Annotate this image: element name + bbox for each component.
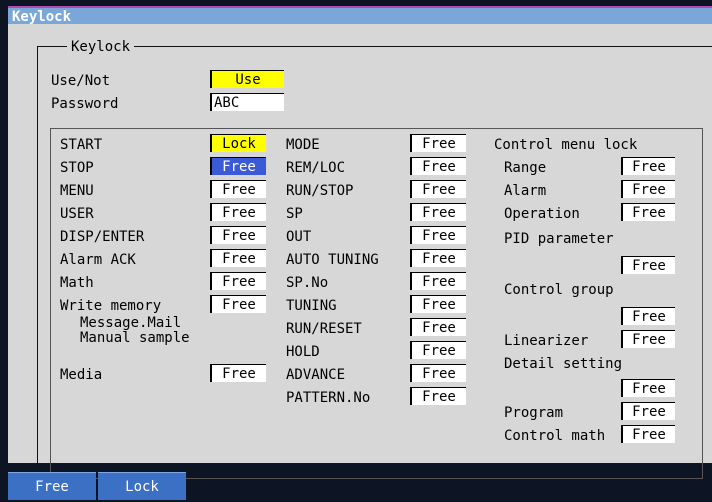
program-value[interactable]: Free [621, 402, 675, 420]
menu-label: MENU [60, 183, 94, 199]
pid-parameter-value[interactable]: Free [621, 256, 675, 274]
run-reset-value[interactable]: Free [410, 318, 466, 336]
sp-no-label: SP.No [286, 275, 329, 291]
write-memory-label: Write memory [60, 298, 162, 314]
detail-setting-value[interactable]: Free [621, 379, 675, 397]
control-math-value[interactable]: Free [621, 425, 675, 443]
disp-enter-value[interactable]: Free [210, 226, 266, 244]
media-label: Media [60, 367, 103, 383]
alarm-ack-value[interactable]: Free [210, 249, 266, 267]
control-group-value[interactable]: Free [621, 307, 675, 325]
write-memory-value[interactable]: Free [210, 295, 266, 313]
window-title: Keylock [8, 6, 712, 25]
section-title: Keylock [67, 38, 135, 56]
manual-sample-note: Manual sample [80, 330, 190, 346]
out-value[interactable]: Free [410, 226, 466, 244]
pattern-no-value[interactable]: Free [410, 387, 466, 405]
run-stop-value[interactable]: Free [410, 180, 466, 198]
tuning-label: TUNING [286, 298, 337, 314]
start-value[interactable]: Lock [210, 134, 266, 152]
linearizer-label: Linearizer [504, 333, 589, 349]
lock-softkey[interactable]: Lock [98, 472, 186, 500]
auto-tuning-value[interactable]: Free [410, 249, 466, 267]
alarm-label: Alarm [504, 183, 547, 199]
mode-value[interactable]: Free [410, 134, 466, 152]
alarm-value[interactable]: Free [621, 180, 675, 198]
advance-label: ADVANCE [286, 367, 346, 383]
range-value[interactable]: Free [621, 157, 675, 175]
stop-value[interactable]: Free [210, 157, 266, 175]
rem-loc-label: REM/LOC [286, 160, 346, 176]
password-label: Password [51, 96, 119, 112]
hold-label: HOLD [286, 344, 320, 360]
math-value[interactable]: Free [210, 272, 266, 290]
free-softkey[interactable]: Free [8, 472, 96, 500]
control-math-label: Control math [504, 428, 606, 444]
keylock-panel: Keylock Use/Not Use Password ABC START L… [8, 24, 712, 479]
sp-label: SP [286, 206, 303, 222]
tuning-value[interactable]: Free [410, 295, 466, 313]
operation-value[interactable]: Free [621, 203, 675, 221]
program-label: Program [504, 405, 564, 421]
operation-label: Operation [504, 206, 580, 222]
stop-label: STOP [60, 160, 94, 176]
rem-loc-value[interactable]: Free [410, 157, 466, 175]
run-reset-label: RUN/RESET [286, 321, 362, 337]
message-mail-note: Message.Mail [80, 315, 182, 331]
user-label: USER [60, 206, 94, 222]
range-label: Range [504, 160, 547, 176]
hold-value[interactable]: Free [410, 341, 466, 359]
use-not-label: Use/Not [51, 73, 111, 89]
auto-tuning-label: AUTO TUNING [286, 252, 379, 268]
advance-value[interactable]: Free [410, 364, 466, 382]
detail-setting-label: Detail setting [504, 356, 623, 372]
control-group-label: Control group [504, 282, 614, 298]
sp-value[interactable]: Free [410, 203, 466, 221]
password-field[interactable]: ABC [210, 93, 284, 111]
sp-no-value[interactable]: Free [410, 272, 466, 290]
pattern-no-label: PATTERN.No [286, 390, 371, 406]
media-value[interactable]: Free [210, 364, 266, 382]
alarm-ack-label: Alarm ACK [60, 252, 136, 268]
math-label: Math [60, 275, 94, 291]
run-stop-label: RUN/STOP [286, 183, 354, 199]
start-label: START [60, 137, 103, 153]
mode-label: MODE [286, 137, 320, 153]
linearizer-value[interactable]: Free [621, 330, 675, 348]
menu-value[interactable]: Free [210, 180, 266, 198]
use-not-field[interactable]: Use [210, 70, 284, 88]
user-value[interactable]: Free [210, 203, 266, 221]
disp-enter-label: DISP/ENTER [60, 229, 145, 245]
pid-parameter-label: PID parameter [504, 231, 614, 247]
control-menu-lock-heading: Control menu lock [494, 137, 638, 153]
out-label: OUT [286, 229, 312, 245]
